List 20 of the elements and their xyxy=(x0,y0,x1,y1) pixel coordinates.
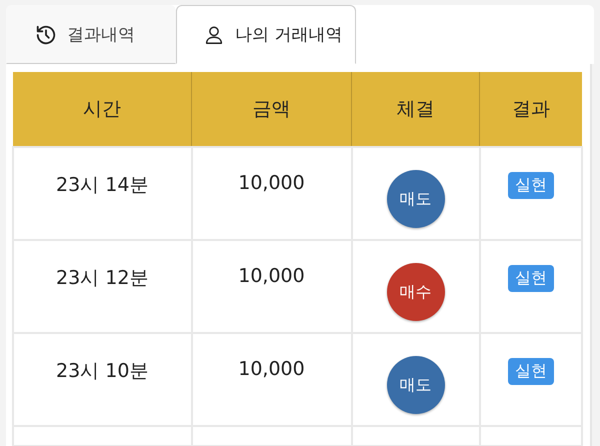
column-header: 금액 xyxy=(192,72,352,147)
column-header: 결과 xyxy=(480,72,582,147)
column-header: 체결 xyxy=(352,72,480,147)
result-badge: 실현 xyxy=(508,358,554,385)
tab[interactable]: 나의 거래내역 xyxy=(176,5,356,64)
column-header: 시간 xyxy=(13,72,192,147)
table-cell: 23시 14분 xyxy=(13,147,192,240)
table-cell: 23시 12분 xyxy=(13,240,192,333)
table-cell: 10,000 xyxy=(192,240,352,333)
result-badge: 실현 xyxy=(508,265,554,292)
trade-badge: 매도 xyxy=(386,170,444,228)
trade-badge: 매도 xyxy=(386,356,444,414)
trade-badge: 매수 xyxy=(386,263,444,321)
user-icon xyxy=(203,24,225,46)
history-icon xyxy=(35,24,57,46)
table-cell: 10,000 xyxy=(192,147,352,240)
tab[interactable]: 결과내역 xyxy=(6,5,176,64)
table-cell: 10,000 xyxy=(192,333,352,426)
result-badge: 실현 xyxy=(508,172,554,199)
table-cell: 23시 10분 xyxy=(13,333,192,426)
